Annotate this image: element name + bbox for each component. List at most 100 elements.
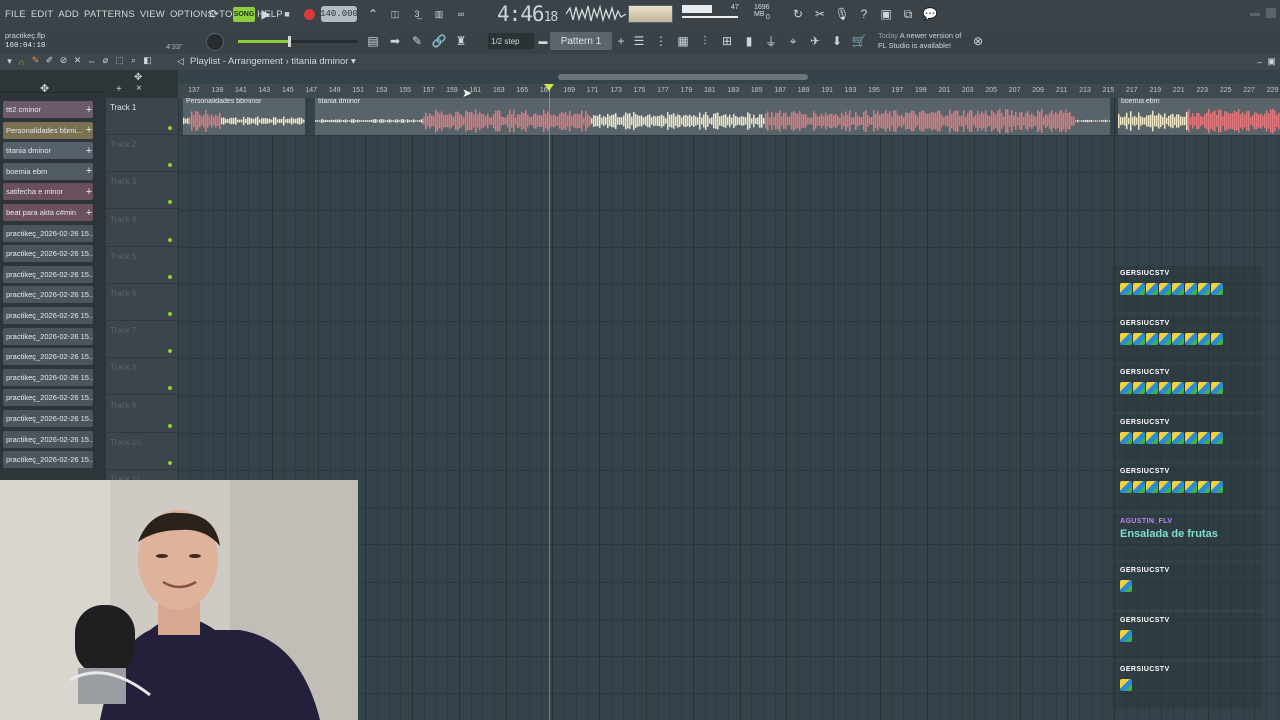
pattern-item[interactable]: practikeç_2026-02-26 15... [3,430,93,448]
track-mute-led[interactable] [168,349,172,354]
pattern-item[interactable]: titania dminor + [3,142,93,160]
shop-icon[interactable]: 🛒 [850,32,868,50]
master-volume-handle[interactable] [288,36,291,47]
track-header[interactable]: Track 7 [106,321,178,359]
playhead-marker[interactable] [544,84,554,91]
refresh-icon[interactable]: ↻ [789,5,807,23]
pattern-item[interactable]: ttt2 cminor + [3,101,93,118]
master-volume-slider[interactable] [238,36,358,47]
track-mute-led[interactable] [168,163,172,168]
timeline-ruler[interactable]: 137 139 141 143 145 147 149 151 153 155 157 159 161 1… [178,84,1280,98]
playback-tool-icon[interactable]: ◧ [142,55,153,66]
browser-icon[interactable]: ▮ [740,32,758,50]
pattern-item[interactable]: practikeç_2026-02-26 15... [3,245,93,263]
tempo-display[interactable]: 140.000 [320,6,358,22]
track-mute-led[interactable] [168,423,172,428]
stop-icon[interactable]: ■ [278,5,296,23]
add-pattern-clip-icon[interactable]: + [83,122,93,139]
help-icon[interactable]: ? [855,5,873,23]
playlist-minimize-icon[interactable]: – [1254,56,1265,67]
channel-rack-icon[interactable]: ⋮ [652,32,670,50]
track-header[interactable]: Track 6 [106,284,178,321]
paint-tool-icon[interactable]: ✐ [44,55,55,66]
add-pattern-clip-icon[interactable]: + [83,101,93,118]
pencil-icon[interactable]: ✎ [408,32,426,50]
wait-input-icon[interactable]: ◫ [386,5,404,23]
pattern-item[interactable]: boemia ebm + [3,162,93,180]
track-header[interactable]: Track 10 [106,433,178,470]
plugin-picker-icon[interactable]: ⊞ [718,32,736,50]
menu-patterns[interactable]: PATTERNS [84,9,135,20]
metronome-icon[interactable]: ⌃ [364,5,382,23]
pattern-song-toggle-icon[interactable]: ⟳ [205,5,223,23]
track-header[interactable]: Track 2 [106,135,178,173]
update-notice[interactable]: Today A newer version of FL Studio is av… [878,31,961,51]
add-pattern-clip-icon[interactable]: + [83,163,93,180]
master-pitch-knob[interactable] [206,33,224,51]
play-icon[interactable]: ▶ [257,5,275,23]
stamp-icon[interactable]: ♜ [452,32,470,50]
playlist-title[interactable]: Playlist - Arrangement › titania dminor … [190,56,356,67]
mixer-icon[interactable]: ⧉ [899,5,917,23]
menu-edit[interactable]: EDIT [31,9,53,20]
track-mute-led[interactable] [168,386,172,391]
touch-keyboard-icon[interactable]: ⌖ [784,32,802,50]
pattern-item[interactable]: practikeç_2026-02-26 15... [3,451,93,469]
track-mute-led[interactable] [168,274,172,279]
update-icon[interactable]: ⊗ [969,32,987,50]
pattern-item[interactable]: practikeç_2026-02-26 15... [3,286,93,304]
song-mode-button[interactable]: SONG [233,7,255,22]
playhead-line[interactable] [549,84,550,720]
pattern-item[interactable]: practikeç_2026-02-26 15... [3,368,93,386]
zoom-tool-icon[interactable]: ⌕ [128,55,139,66]
audio-clip-personalidades[interactable]: Personalidades bbminor [183,98,305,135]
clip-icon[interactable]: ✈ [806,32,824,50]
dropdown-arrow-icon[interactable]: ▾ [4,56,15,67]
record-icon[interactable] [300,5,318,23]
link-icon[interactable]: 🔗 [430,32,448,50]
track-header[interactable]: Track 9 [106,396,178,433]
playlist-menu-icon[interactable]: ◁ [175,56,186,67]
download-icon[interactable]: ⬇ [828,32,846,50]
pattern-item[interactable]: practikeç_2026-02-26 15... [3,307,93,324]
playlist-maximize-icon[interactable]: ▣ [1266,56,1277,67]
song-time-display[interactable]: 4:4618 [497,2,558,26]
track-header[interactable]: Track 4 [106,210,178,247]
track-header[interactable]: Track 8 [106,358,178,396]
add-pattern-clip-icon[interactable]: + [83,142,93,159]
move-icon[interactable]: ✥ [40,82,49,95]
mixer-window-icon[interactable]: ▦ [674,32,692,50]
pattern-item[interactable]: practikeç_2026-02-26 15... [3,224,93,242]
track-mute-led[interactable] [168,200,172,205]
arrow-right-icon[interactable]: ➡ [386,32,404,50]
save-icon[interactable]: ▣ [877,5,895,23]
track-mute-led[interactable] [168,460,172,465]
chat-icon[interactable]: 💬 [921,5,939,23]
track-mute-led[interactable] [168,312,172,316]
piano-roll-icon[interactable]: ▤ [364,32,382,50]
pattern-selector[interactable]: Pattern 1 [550,32,612,50]
track-header[interactable]: Track 1 [106,98,178,135]
magnet-icon[interactable]: ∩ [16,56,27,67]
pattern-item[interactable]: practikeç_2026-02-26 15... [3,389,93,407]
track-header[interactable]: Track 5 [106,247,178,284]
pattern-item[interactable]: practikeç_2026-02-26 15... [3,265,93,283]
remove-track-icon[interactable]: × [136,83,142,94]
horizontal-scrollbar[interactable] [558,74,808,80]
add-pattern-clip-icon[interactable]: + [83,183,93,200]
microphone-icon[interactable]: 🎙 [833,5,851,23]
mute-tool-icon[interactable]: ✕ [72,55,83,66]
step-edit-icon[interactable]: ▥ [430,5,448,23]
audio-clip-boemia[interactable]: boemia ebm [1118,98,1280,135]
pattern-item[interactable]: practikeç_2026-02-26 15... [3,348,93,366]
minimize-icon[interactable] [1250,13,1260,16]
menu-add[interactable]: ADD [58,9,79,20]
playlist-icon[interactable]: ☰ [630,32,648,50]
add-pattern-icon[interactable]: + [612,32,630,50]
equalizer-icon[interactable]: ⫶ [696,32,714,50]
slip-tool-icon[interactable]: ⇔ [86,55,97,66]
plug-icon[interactable]: ⏚ [762,32,780,50]
pattern-item[interactable]: practikeç_2026-02-26 15... [3,410,93,427]
select-tool-icon[interactable]: ⬚ [114,55,125,66]
add-track-icon[interactable]: + [116,84,122,95]
